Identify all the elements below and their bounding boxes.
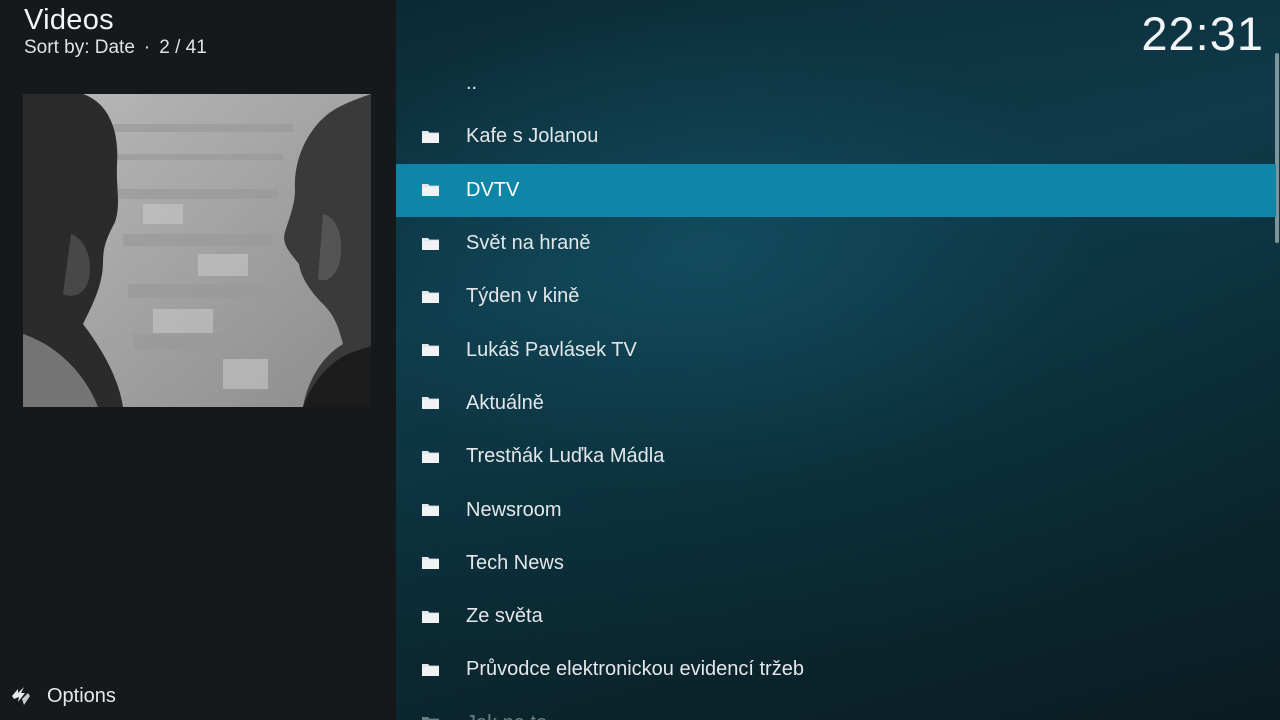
folder-icon (422, 663, 439, 676)
list-item[interactable]: Průvodce elektronickou evidencí tržeb (396, 643, 1276, 696)
folder-icon (422, 450, 439, 463)
list-item[interactable]: Newsroom (396, 483, 1276, 536)
folder-icon (422, 504, 439, 517)
parent-folder-item[interactable]: .. (396, 57, 1276, 110)
list-item[interactable]: Tech News (396, 537, 1276, 590)
options-label: Options (47, 684, 116, 707)
folder-icon (422, 717, 439, 720)
list-item-label: Týden v kině (466, 285, 580, 308)
list-item-label: Jak na to (466, 712, 547, 720)
list-item[interactable]: Jak na to (396, 697, 1276, 720)
folder-icon (422, 184, 439, 197)
list-item[interactable]: Svět na hraně (396, 217, 1276, 270)
list-item-label: Průvodce elektronickou evidencí tržeb (466, 658, 804, 681)
sort-label[interactable]: Sort by: Date (24, 37, 135, 58)
page-title: Videos (24, 4, 114, 36)
file-list: .. Kafe s Jolanou DVTV Svět na hraně Týden v… (396, 57, 1276, 720)
folder-icon (422, 557, 439, 570)
list-item[interactable]: Kafe s Jolanou (396, 110, 1276, 163)
list-item-label: Kafe s Jolanou (466, 125, 599, 148)
kodi-screen: Videos Sort by: Date · 2 / 41 Options 22… (0, 0, 1280, 720)
list-item[interactable]: Aktuálně (396, 377, 1276, 430)
folder-icon (422, 237, 439, 250)
list-item-label: Svět na hraně (466, 232, 591, 255)
info-panel: Videos Sort by: Date · 2 / 41 Options (0, 0, 396, 720)
list-item-label: Trestňák Luďka Mádla (466, 445, 665, 468)
folder-icon (422, 397, 439, 410)
separator-dot: · (143, 37, 151, 58)
options-icon (12, 687, 30, 705)
list-item-label: Newsroom (466, 498, 562, 521)
list-item-label: Ze světa (466, 605, 543, 628)
list-item[interactable]: Ze světa (396, 590, 1276, 643)
list-item-label: .. (466, 72, 478, 95)
thumbnail-image (23, 94, 371, 407)
folder-icon (422, 290, 439, 303)
list-item-label: DVTV (466, 178, 520, 201)
list-item-label: Aktuálně (466, 391, 544, 414)
options-button[interactable]: Options (8, 682, 116, 710)
list-item[interactable]: Týden v kině (396, 270, 1276, 323)
sort-info: Sort by: Date · 2 / 41 (24, 37, 207, 59)
list-item[interactable]: Lukáš Pavlásek TV (396, 323, 1276, 376)
list-item-label: Lukáš Pavlásek TV (466, 338, 637, 361)
list-item[interactable]: DVTV (396, 163, 1276, 217)
list-item-label: Tech News (466, 551, 564, 574)
list-item[interactable]: Trestňák Luďka Mádla (396, 430, 1276, 483)
folder-icon (422, 130, 439, 143)
folder-icon (422, 344, 439, 357)
item-position: 2 / 41 (159, 37, 207, 58)
clock: 22:31 (1141, 7, 1264, 60)
folder-icon (422, 610, 439, 623)
